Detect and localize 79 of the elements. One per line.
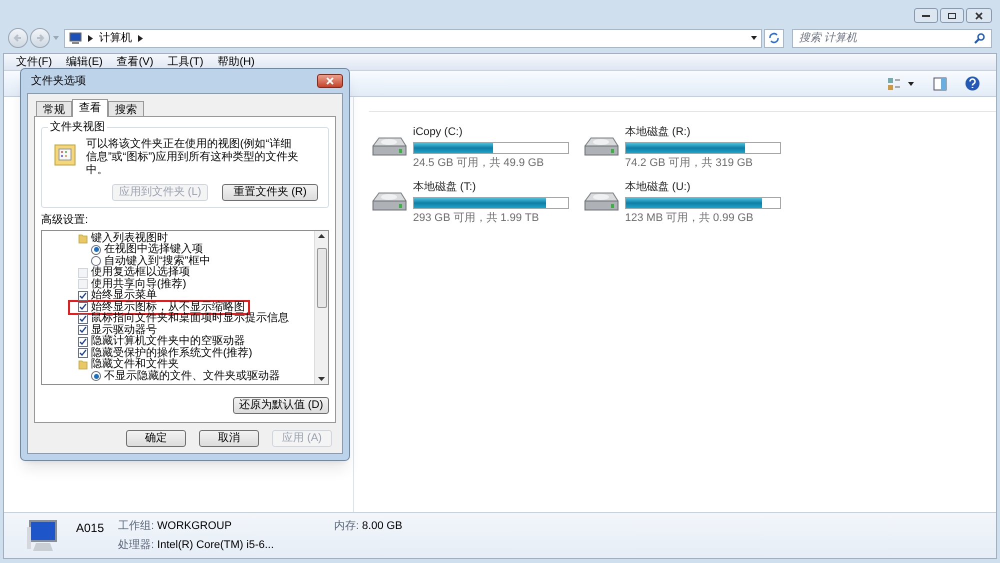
menu-item[interactable]: 查看(V) xyxy=(116,54,154,70)
section-label: 高级设置: xyxy=(41,212,90,228)
search-field[interactable]: 搜索 计算机 xyxy=(792,28,992,48)
setting-label: 在视图中选择键入项 xyxy=(104,244,203,256)
refresh-button[interactable] xyxy=(764,28,784,48)
setting-label: 显示驱动器号 xyxy=(91,324,157,336)
address-bar[interactable]: 计算机 xyxy=(64,28,762,48)
help-icon[interactable] xyxy=(965,76,980,91)
back-arrow-icon xyxy=(13,33,23,43)
computer-icon xyxy=(68,32,82,44)
setting-label: 使用共享向导(推荐) xyxy=(91,278,186,290)
setting-label: 隐藏文件和文件夹 xyxy=(91,359,179,370)
restore-defaults-button[interactable]: 还原为默认值 (D) xyxy=(233,397,329,414)
setting-label: 键入列表视图时 xyxy=(91,232,168,244)
drive-space-text: 123 MB 可用，共 0.99 GB xyxy=(625,210,754,226)
checkbox[interactable] xyxy=(78,302,88,312)
setting-label: 隐藏受保护的操作系统文件(推荐) xyxy=(91,348,252,359)
ok-button[interactable]: 确定 xyxy=(126,430,186,447)
group-title: 文件夹视图 xyxy=(48,121,107,133)
scrollbar-thumb[interactable] xyxy=(316,248,326,308)
forward-arrow-icon xyxy=(35,33,45,43)
setting-label: 隐藏计算机文件夹中的空驱动器 xyxy=(91,336,245,348)
menu-item[interactable]: 帮助(H) xyxy=(217,54,255,70)
scrollbar[interactable] xyxy=(314,230,328,384)
search-icon[interactable] xyxy=(974,32,985,44)
refresh-icon xyxy=(768,32,780,44)
minimize-button[interactable] xyxy=(914,8,938,23)
menu-item[interactable]: 文件(F) xyxy=(16,54,52,70)
close-button[interactable] xyxy=(317,74,343,88)
cancel-button[interactable]: 取消 xyxy=(199,430,259,447)
setting-label: 始终显示图标，从不显示缩略图 xyxy=(91,302,245,313)
computer-name: A015 xyxy=(76,520,104,537)
checkbox[interactable] xyxy=(78,314,88,324)
detail-field: 工作组: WORKGROUP xyxy=(118,518,274,534)
reset-folders-button[interactable]: 重置文件夹 (R) xyxy=(222,184,318,201)
preview-pane-icon[interactable] xyxy=(933,76,947,90)
radio-button[interactable] xyxy=(91,371,101,382)
tab[interactable]: 搜索 xyxy=(108,101,144,116)
folder-icon xyxy=(78,232,88,244)
dropdown-arrow-icon[interactable] xyxy=(750,35,758,41)
setting-label: 自动键入到“搜索”框中 xyxy=(104,256,210,267)
drive-name[interactable]: 本地磁盘 (R:) xyxy=(625,124,781,140)
drive-space-text: 293 GB 可用，共 1.99 TB xyxy=(413,210,540,226)
setting-label: 使用复选框以选择项 xyxy=(91,267,190,278)
breadcrumb-arrow-icon[interactable] xyxy=(88,34,93,42)
checkbox[interactable] xyxy=(78,325,88,336)
detail-field: 内存: 8.00 GB xyxy=(334,518,402,534)
maximize-button[interactable] xyxy=(940,8,964,23)
drive-name[interactable]: 本地磁盘 (U:) xyxy=(625,179,781,196)
radio-button[interactable] xyxy=(91,256,101,266)
close-icon xyxy=(326,77,334,85)
folder-icon xyxy=(54,142,76,166)
view-options-icon[interactable] xyxy=(887,76,901,90)
checkbox[interactable] xyxy=(78,336,88,347)
folder-icon xyxy=(78,359,88,370)
breadcrumb-item[interactable]: 计算机 xyxy=(99,30,132,46)
scroll-up-icon[interactable] xyxy=(318,234,325,238)
checkbox[interactable] xyxy=(78,290,88,301)
dropdown-arrow-icon[interactable] xyxy=(907,80,915,86)
setting-label: 始终显示菜单 xyxy=(91,290,157,302)
setting-label: 鼠标指向文件夹和桌面项时显示提示信息 xyxy=(91,313,289,324)
close-icon xyxy=(975,12,983,20)
tab[interactable]: 查看 xyxy=(72,99,108,117)
radio-button[interactable] xyxy=(91,244,101,255)
dialog-title: 文件夹选项 xyxy=(31,74,86,89)
drive-space-text: 74.2 GB 可用，共 319 GB xyxy=(625,156,754,170)
tab[interactable]: 常规 xyxy=(36,101,72,116)
menu-item[interactable]: 编辑(E) xyxy=(66,54,103,70)
close-button[interactable] xyxy=(966,8,992,23)
checkbox[interactable] xyxy=(78,348,88,358)
menu-item[interactable]: 工具(T) xyxy=(167,54,204,70)
detail-field: 处理器: Intel(R) Core(TM) i5-6... xyxy=(118,536,274,553)
breadcrumb-arrow-icon[interactable] xyxy=(138,34,143,42)
drive-space-text: 24.5 GB 可用，共 49.9 GB xyxy=(413,156,545,170)
description-text: 可以将该文件夹正在使用的视图(例如“详细信息”或“图标”)应用到所有这种类型的文件夹中。 xyxy=(86,138,300,177)
scroll-down-icon[interactable] xyxy=(318,377,325,381)
drive-name[interactable]: iCopy (C:) xyxy=(413,124,569,140)
setting-label: 不显示隐藏的文件、文件夹或驱动器 xyxy=(104,370,280,382)
drive-name[interactable]: 本地磁盘 (T:) xyxy=(413,179,569,196)
